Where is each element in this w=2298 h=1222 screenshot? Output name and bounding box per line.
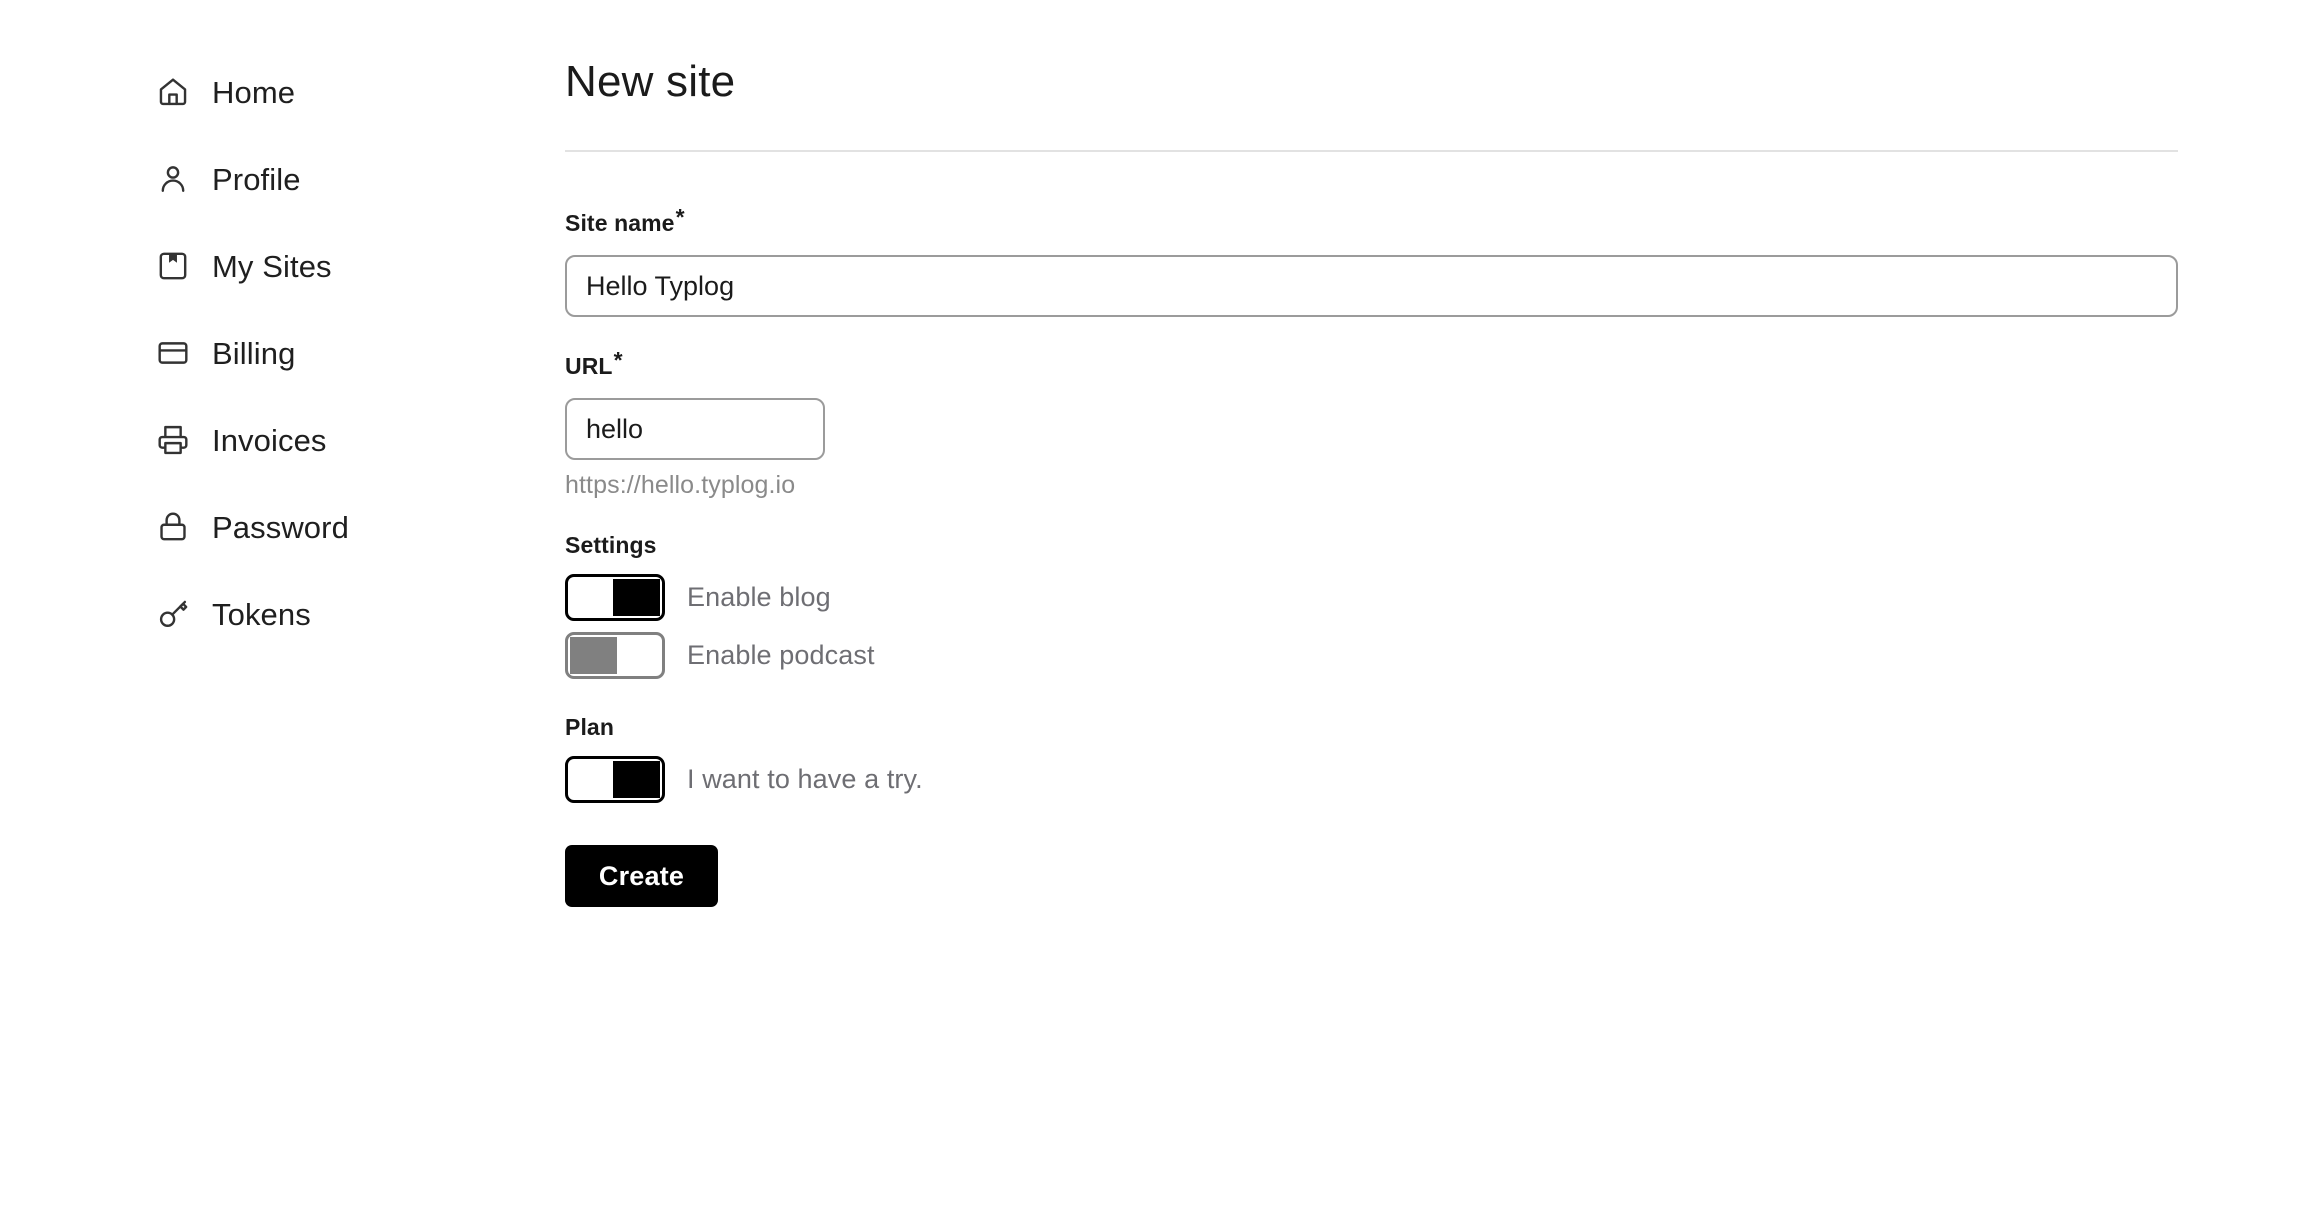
sidebar-item-home[interactable]: Home (0, 62, 560, 122)
plan-try-row: I want to have a try. (565, 756, 2178, 804)
sidebar-item-profile[interactable]: Profile (0, 149, 560, 209)
person-icon (155, 161, 191, 197)
site-name-field-group: Site name* (565, 206, 2178, 318)
enable-blog-row: Enable blog (565, 574, 2178, 622)
url-label-row: URL* (565, 349, 2178, 380)
enable-podcast-toggle[interactable] (565, 632, 665, 680)
key-icon (155, 596, 191, 632)
printer-icon (155, 422, 191, 458)
sidebar-nav: Home Profile My Sites Billing Invoices P… (0, 0, 560, 1222)
sidebar-item-label: Invoices (212, 422, 327, 458)
site-name-input[interactable] (565, 255, 2178, 318)
toggle-knob (613, 761, 660, 799)
sidebar-item-password[interactable]: Password (0, 497, 560, 557)
plan-heading: Plan (565, 714, 614, 741)
sidebar-item-label: Tokens (212, 596, 311, 632)
lock-icon (155, 509, 191, 545)
sidebar-item-label: Billing (212, 335, 296, 371)
bookmark-box-icon (155, 248, 191, 284)
plan-try-label: I want to have a try. (687, 764, 923, 795)
url-input[interactable] (565, 398, 825, 461)
credit-card-icon (155, 335, 191, 371)
sidebar-item-invoices[interactable]: Invoices (0, 410, 560, 470)
plan-group: Plan I want to have a try. (565, 714, 2178, 804)
sidebar-item-label: My Sites (212, 248, 332, 284)
page-title: New site (565, 57, 736, 106)
sidebar-item-label: Profile (212, 161, 301, 197)
sidebar-item-my-sites[interactable]: My Sites (0, 236, 560, 296)
site-name-required-marker: * (675, 204, 685, 231)
plan-try-toggle[interactable] (565, 756, 665, 804)
home-icon (155, 74, 191, 110)
toggle-knob (570, 637, 617, 675)
sidebar-item-tokens[interactable]: Tokens (0, 584, 560, 644)
sidebar-item-label: Home (212, 74, 296, 110)
enable-podcast-label: Enable podcast (687, 640, 875, 671)
main-content: New site Site name* URL* https://hello.t… (565, 0, 2178, 908)
url-label: URL (565, 353, 613, 380)
url-hint-text: https://hello.typlog.io (565, 471, 796, 500)
create-button[interactable]: Create (565, 845, 718, 908)
enable-podcast-row: Enable podcast (565, 632, 2178, 680)
site-name-label-row: Site name* (565, 206, 2178, 237)
site-name-label: Site name (565, 210, 675, 237)
enable-blog-label: Enable blog (687, 582, 831, 613)
url-field-group: URL* https://hello.typlog.io (565, 349, 2178, 500)
settings-heading: Settings (565, 532, 657, 559)
url-required-marker: * (613, 347, 623, 374)
sidebar-item-label: Password (212, 509, 349, 545)
enable-blog-toggle[interactable] (565, 574, 665, 622)
title-divider (565, 150, 2178, 153)
sidebar-item-billing[interactable]: Billing (0, 323, 560, 383)
settings-group: Settings Enable blog Enable podcast (565, 532, 2178, 680)
toggle-knob (613, 579, 660, 617)
